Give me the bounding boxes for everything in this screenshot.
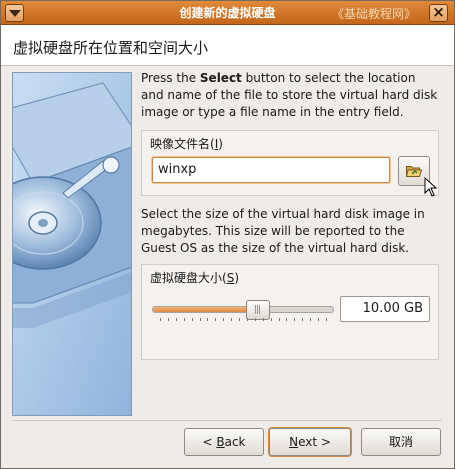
slider-tick	[207, 318, 208, 321]
slider-tick	[286, 318, 287, 321]
location-label-suffix: )	[218, 137, 223, 151]
title-bar[interactable]: 创建新的虚拟硬盘 《基础教程网》 ×	[1, 1, 454, 25]
slider-tick	[302, 318, 303, 321]
slider-tick	[215, 318, 216, 321]
location-description-prefix: Press the	[141, 71, 200, 85]
next-label-mnemonic: N	[289, 435, 299, 449]
back-label-suffix: ack	[224, 435, 246, 449]
slider-tick	[326, 318, 327, 321]
mouse-cursor-icon	[424, 177, 438, 197]
slider-tick	[160, 318, 161, 321]
size-slider[interactable]	[152, 300, 334, 320]
slider-tick	[279, 318, 280, 321]
watermark-text: 《基础教程网》	[331, 7, 416, 21]
size-input[interactable]: 10.00 GB	[340, 296, 430, 322]
slider-tick	[192, 318, 193, 321]
button-separator	[12, 420, 442, 421]
slider-tick	[200, 318, 201, 321]
next-label-suffix: ext >	[298, 435, 331, 449]
back-label-mnemonic: B	[216, 435, 225, 449]
file-name-input[interactable]: winxp	[152, 157, 390, 183]
cancel-button[interactable]: 取消	[361, 428, 441, 456]
slider-tick	[247, 318, 248, 321]
slider-tick	[231, 318, 232, 321]
file-name-value: winxp	[158, 162, 197, 177]
slider-tick	[184, 318, 185, 321]
page-title: 虚拟硬盘所在位置和空间大小	[13, 39, 209, 57]
slider-tick	[263, 318, 264, 321]
back-button[interactable]: < Back	[184, 428, 264, 456]
wizard-banner-image	[12, 72, 132, 416]
slider-tick	[294, 318, 295, 321]
grip-line	[259, 305, 260, 314]
slider-tick	[255, 318, 256, 321]
size-slider-ticks	[160, 318, 327, 324]
slider-tick	[318, 318, 319, 321]
page-header: 虚拟硬盘所在位置和空间大小	[1, 25, 454, 66]
size-label-suffix: )	[234, 271, 239, 285]
grip-line	[257, 305, 258, 314]
size-slider-handle[interactable]	[246, 300, 270, 320]
size-label-prefix: 虚拟硬盘大小(	[150, 271, 227, 285]
back-label-prefix: <	[202, 435, 217, 449]
slider-tick	[310, 318, 311, 321]
location-label-prefix: 映像文件名(	[150, 137, 215, 151]
hard-disk-illustration	[13, 73, 131, 415]
size-value: 10.00 GB	[362, 301, 423, 316]
slider-tick	[168, 318, 169, 321]
slider-tick	[239, 318, 240, 321]
slider-tick	[271, 318, 272, 321]
size-slider-fill	[153, 307, 257, 312]
size-group-label: 虚拟硬盘大小(S)	[150, 269, 239, 286]
folder-open-icon	[406, 166, 422, 177]
size-description: Select the size of the virtual hard disk…	[141, 207, 425, 255]
close-icon: ×	[432, 3, 445, 21]
slider-tick	[223, 318, 224, 321]
slider-tick	[176, 318, 177, 321]
location-description: Press the Select button to select the lo…	[141, 70, 441, 121]
next-button[interactable]: Next >	[269, 428, 351, 456]
close-button[interactable]: ×	[429, 3, 448, 22]
grip-line	[255, 305, 256, 314]
location-description-bold: Select	[199, 71, 242, 85]
location-group-label: 映像文件名(I)	[150, 135, 223, 152]
